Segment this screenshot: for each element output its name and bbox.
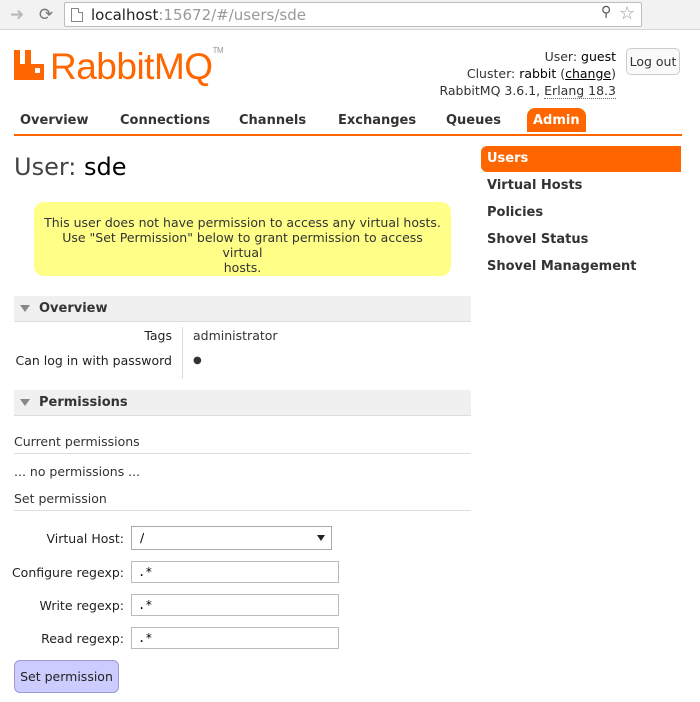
write-regexp-input[interactable]: .* [131, 594, 339, 616]
tags-value: administrator [193, 328, 278, 343]
tab-admin[interactable]: Admin [527, 108, 586, 132]
no-permissions-text: ... no permissions ... [14, 464, 141, 479]
set-permission-button[interactable]: Set permission [14, 660, 119, 693]
sidemenu-item-users[interactable]: Users [481, 146, 681, 172]
back-arrow-icon[interactable]: ➜ [6, 4, 28, 26]
erlang-version: Erlang 18.3 [544, 83, 616, 99]
user-info: User: guest Cluster: rabbit (change) Rab… [439, 49, 616, 99]
logo-wordmark: RabbitMQTM [50, 46, 224, 87]
write-regexp-label: Write regexp: [39, 598, 124, 613]
virtual-host-select[interactable]: / [131, 526, 332, 550]
sidemenu-item-policies[interactable]: Policies [481, 200, 681, 226]
change-cluster-link[interactable]: change [565, 66, 611, 81]
divider [182, 327, 183, 379]
configure-regexp-label: Configure regexp: [11, 565, 124, 580]
login-label: Can log in with password [15, 353, 172, 368]
tab-overview[interactable]: Overview [20, 113, 89, 128]
sidemenu-item-shovel-management[interactable]: Shovel Management [481, 254, 681, 280]
tab-channels[interactable]: Channels [239, 113, 306, 128]
logout-button[interactable]: Log out [626, 48, 680, 75]
current-permissions-heading: Current permissions [14, 434, 471, 454]
tab-queues[interactable]: Queues [446, 113, 501, 128]
reload-icon[interactable]: ⟳ [35, 4, 57, 26]
address-bar[interactable]: localhost:15672/#/users/sde ⚲ ☆ [64, 2, 642, 27]
warning-box: This user does not have permission to ac… [34, 202, 451, 276]
rabbit-logo-icon [14, 50, 44, 80]
dropdown-caret-icon [317, 535, 325, 541]
tab-exchanges[interactable]: Exchanges [338, 113, 416, 128]
set-permission-heading: Set permission [14, 491, 471, 511]
current-user: guest [581, 49, 616, 64]
virtual-host-label: Virtual Host: [46, 531, 125, 546]
browser-toolbar: ➜ ⟳ localhost:15672/#/users/sde ⚲ ☆ [0, 0, 700, 30]
tab-connections[interactable]: Connections [120, 113, 210, 128]
permissions-section-header[interactable]: Permissions [14, 390, 471, 416]
key-icon[interactable]: ⚲ [601, 4, 611, 20]
login-value: ● [193, 355, 202, 366]
collapse-triangle-icon [20, 399, 30, 406]
main-tabs: Overview Connections Channels Exchanges … [14, 108, 682, 136]
tags-label: Tags [144, 328, 172, 343]
page-icon [71, 8, 83, 22]
read-regexp-label: Read regexp: [41, 631, 124, 646]
sidemenu-item-virtual-hosts[interactable]: Virtual Hosts [481, 173, 681, 199]
collapse-triangle-icon [20, 305, 30, 312]
page-title: User: sde [14, 153, 127, 181]
read-regexp-input[interactable]: .* [131, 627, 339, 649]
configure-regexp-input[interactable]: .* [131, 561, 339, 583]
sidemenu-item-shovel-status[interactable]: Shovel Status [481, 227, 681, 253]
overview-section-header[interactable]: Overview [14, 296, 471, 322]
bookmark-star-icon[interactable]: ☆ [619, 3, 635, 24]
url-text: localhost:15672/#/users/sde [91, 6, 306, 24]
cluster-name: rabbit [519, 66, 557, 81]
